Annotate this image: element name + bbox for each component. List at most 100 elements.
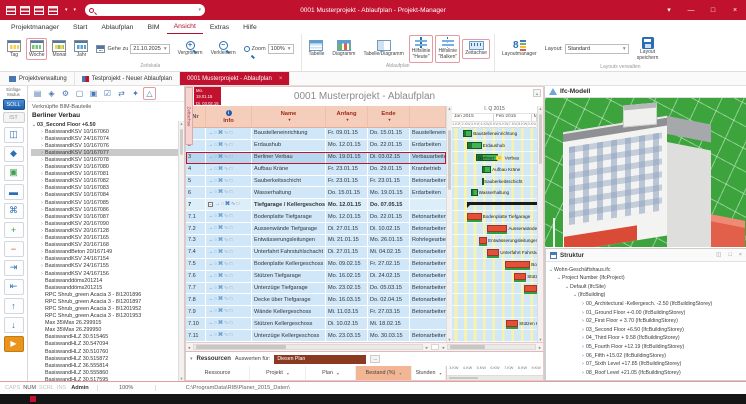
horizontal-scrollbars[interactable]: ◄ ► ◄ ► [185,343,544,351]
bim-tree-item[interactable]: BasiswandHLZ 30.517595 [31,376,178,381]
add-task-icon[interactable]: + [4,222,24,238]
bim-tree-item[interactable]: ›BasiswandKSV 10/167080 [31,164,178,171]
collapse-icon[interactable]: − [208,202,213,207]
bim-tree-item[interactable]: ›BasiswandKSV 24/167074 [31,135,178,142]
struktur-dock-icon[interactable]: ◫ [716,252,721,258]
presentation-icon[interactable]: ▢ [73,87,86,100]
bim-tree-item[interactable]: RPC Shrub_green Acacia 3 - 8\1201953 [31,313,178,320]
bim-tree-item[interactable]: ›BasiswandKSV 24/167156 [31,270,178,277]
gehe-zu-date-input[interactable]: 21.10.2025▾ [130,44,169,54]
table-row-7-7[interactable]: 7.7→○⌘∿□Unterzüge TiefgarageMo. 23.02.15… [186,283,446,295]
layout-save-button[interactable]: Layout speichern [634,35,662,64]
collapse-icon[interactable]: ▾ [190,356,193,362]
verkleinern-button[interactable]: −Verkleinern [208,39,239,59]
zoom-select[interactable]: 100%▾ [268,44,294,54]
struktur-item[interactable]: ⌄Wohn-Geschäftshaus.ifc [548,265,744,274]
gantt-row-2[interactable]: Erdaushub [452,140,537,152]
bim-tree-item[interactable]: ›BasiswandKSV 24/167154 [31,256,178,263]
run-icon[interactable]: ▶ [4,336,24,352]
doc-tab-0001-musterprojekt-ablaufplan[interactable]: 0001 Musterprojekt - Ablaufplan× [180,72,290,85]
doc-tab-close-icon[interactable]: × [279,76,283,82]
ribbon-button-hilfslinie-balken[interactable]: Hilfslinie "Balken" [435,35,460,63]
resources-header-bestand[interactable]: Bestand (%)▾ [356,366,412,380]
resources-header-stunden[interactable]: Stunden▾ [412,366,446,380]
ifc-3d-view[interactable] [545,98,746,247]
ribbon-button-diagramm[interactable]: Diagramm [329,38,358,60]
bim-tree-item[interactable]: ›BasiswandKSV 10/167060 [31,128,178,135]
resources-scrollbar[interactable] [447,375,543,380]
bim-tree-item[interactable]: BasiswandHLZ 30.547094 [31,341,178,348]
ribbon-button-tag[interactable]: Tag [4,38,24,61]
gantt-row-5[interactable]: Sauberkeitsschicht [452,176,537,188]
bim-tree-item[interactable]: ›BasiswandKSV 10/167086 [31,206,178,213]
bim-tree-item[interactable]: ›BasiswandKSV 10/167087 [31,213,178,220]
bim-tree-item[interactable]: BasiswandHLZ 36.555814 [31,362,178,369]
layoutmanager-button[interactable]: 8 Layoutmanager [499,38,540,60]
bim-tree-item[interactable]: BasiswandHLZ 30.555860 [31,369,178,376]
gantt-row-7-5[interactable]: Bodenplatte Kellergeschoss [452,259,537,271]
struktur-item[interactable]: ›06_Fifth +15.02 (IfcBuildingStorey) [548,351,744,360]
resources-header-plan[interactable]: Plan▾ [306,366,356,380]
struktur-item[interactable]: ⌄(IfcBuilding) [548,291,744,300]
bim-tree-scrollbar[interactable]: ▲▼ [178,121,184,381]
gantt-bar-green[interactable] [471,189,478,196]
bar-icon[interactable]: ▬ [4,184,24,200]
move-up-icon[interactable]: ↑ [4,298,24,314]
column-header-anfang[interactable]: Anfang▾ [326,106,368,127]
bim-tree-item[interactable]: RPC Shrub_green Acacia 3 - 8\1201897 [31,298,178,305]
menu-tab-extras[interactable]: Extras [203,22,236,34]
gantt-row-7-10[interactable]: Stützen Kellergeschoss [452,318,537,330]
bim-tree-item[interactable]: ›BasiswandBeton 20/167149 [31,249,178,256]
struktur-item[interactable]: ›05_Fourth Floor +12.19 (IfcBuildingStor… [548,343,744,352]
menu-tab-projektmanager[interactable]: Projektmanager [4,22,66,34]
scroll-top-button[interactable]: ▴ [533,89,541,97]
struktur-item[interactable]: ›04_Third Floor + 9.58 (IfcBuildingStore… [548,334,744,343]
gantt-bar-red[interactable] [487,249,499,256]
column-header-name[interactable]: Name▾ [252,106,326,127]
ribbon-button-tabelle[interactable]: Tabelle [306,38,328,60]
gantt-bar-summary[interactable] [467,202,537,205]
table-row-3[interactable]: 3→○⌘∿□Berliner VerbauMo. 19.01.15Di. 03.… [186,152,446,164]
remove-task-icon[interactable]: − [4,241,24,257]
quick-access-caret2-icon[interactable]: ▾ [74,7,77,13]
gantt-row-7-9[interactable] [452,306,537,318]
soll-button[interactable]: SOLL [3,99,25,110]
gantt-bar-red[interactable] [487,225,507,232]
transfer-icon[interactable]: ⇄ [115,87,128,100]
gantt-bar-red[interactable] [506,320,518,327]
menu-tab-ablaufplan[interactable]: Ablaufplan [94,22,140,34]
gantt-bar-red[interactable] [524,285,537,292]
cube-icon[interactable]: ◈ [45,87,58,100]
bim-tree-item[interactable]: Basiswanddöms201214 [31,277,178,284]
bim-tree-item[interactable]: RPC Shrub_green Acacia 3 - 8\1201952 [31,305,178,312]
bim-tree-item[interactable]: BasiswandHLZ 30.515465 [31,334,178,341]
quick-search-input[interactable]: ▾ [85,4,205,16]
structure-icon[interactable]: △ [143,87,156,100]
gantt-bar-green[interactable] [463,130,472,137]
move-down-icon[interactable]: ↓ [4,317,24,333]
gantt-bar-green[interactable] [482,166,491,173]
taskbar-app-icon[interactable] [30,396,36,402]
ribbon-options-button[interactable]: ▾ [658,0,680,20]
gantt-row-7-7[interactable]: Unterzüge Tiefgarage [452,283,537,295]
bim-tree-item[interactable]: ›BasiswandKSV 20/167168 [31,242,178,249]
table-row-7-2[interactable]: 7.2→○⌘∿□Aussenwände TiefgarageDi. 27.01.… [186,223,446,235]
table-row-7-3[interactable]: 7.3→○⌘∿□EntwässerungsleitungenMi. 21.01.… [186,235,446,247]
bim-tree-item[interactable]: ›BasiswandKSV 20/167090 [31,220,178,227]
menu-tab-ansicht[interactable]: Ansicht [167,21,203,34]
struktur-item[interactable]: ⌄Project Number (IfcProject) [548,274,744,283]
table-row-6[interactable]: 6→○⌘∿□WasserhaltungDo. 15.01.15Mo. 19.01… [186,187,446,199]
table-row-4[interactable]: 4→○⌘∿□Aufbau KräneFr. 23.01.15Do. 29.01.… [186,164,446,176]
taskbar[interactable] [0,394,746,404]
splitter-handle[interactable] [431,344,439,350]
outdent-task-icon[interactable]: ⇤ [4,279,24,295]
struktur-item[interactable]: ›03_Second Floor +6.50 (IfcBuildingStore… [548,325,744,334]
search-caret-icon[interactable]: ▾ [199,7,202,13]
bim-tree-item[interactable]: Basiswanddöms201215 [31,284,178,291]
gantt-bar-red[interactable] [479,237,487,244]
print-icon[interactable] [34,6,44,15]
bim-tree-item[interactable]: ›BasiswandKSV 10/167078 [31,156,178,163]
resources-header-projekt[interactable]: Projekt▾ [250,366,306,380]
struktur-item[interactable]: ›00_Architectural -Kellergesch. -2.50 (I… [548,300,744,309]
gantt-row-7-4[interactable]: Unterfahrt Fahrstuhlschacht [452,247,537,259]
